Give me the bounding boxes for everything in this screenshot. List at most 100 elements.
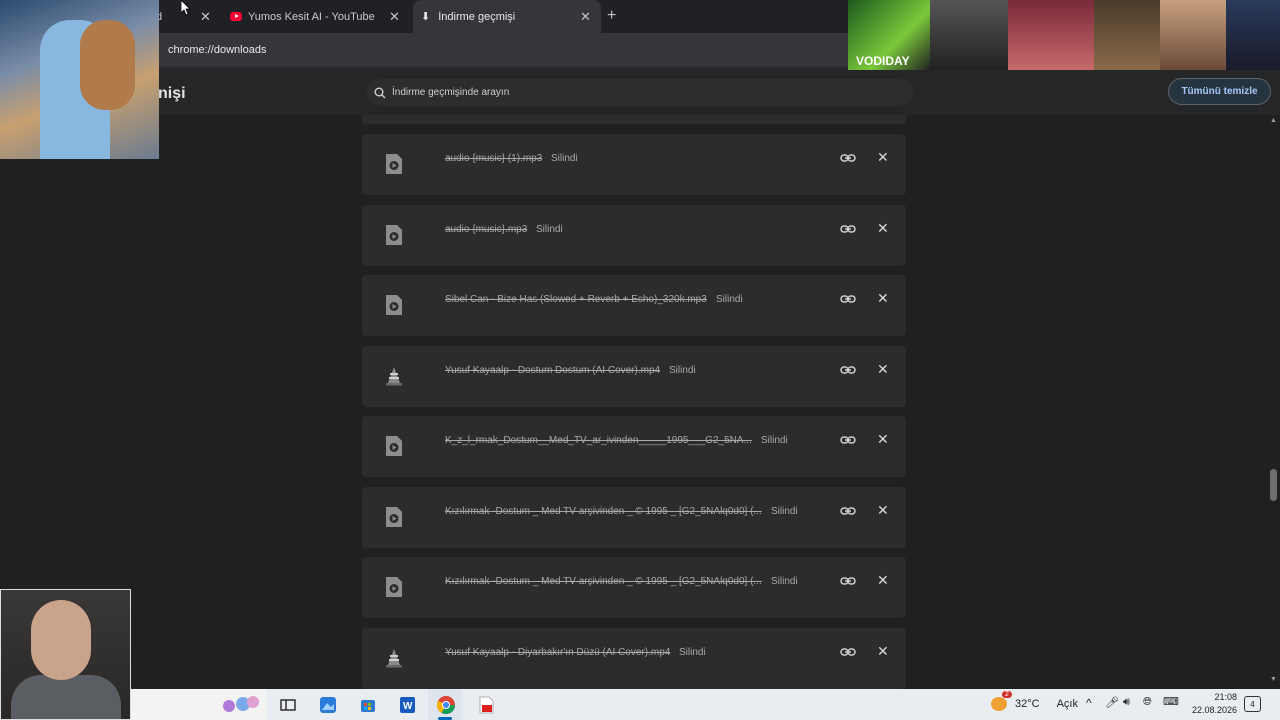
list-item-partial [362, 115, 906, 124]
copy-link-icon[interactable] [840, 363, 856, 377]
copy-link-icon[interactable] [840, 645, 856, 659]
streamer-thumb: VODIDAY [848, 0, 930, 70]
download-item: audio {music} (1).mp3 Silindi ✕ [362, 134, 906, 195]
downloads-header: nişi İndirme geçmişinde arayın Tümünü te… [0, 69, 1280, 115]
vlc-cone-icon[interactable] [385, 366, 403, 386]
page-title: nişi [158, 85, 186, 102]
clear-all-button[interactable]: Tümünü temizle [1168, 78, 1271, 105]
close-icon[interactable]: ✕ [200, 9, 211, 25]
download-filename[interactable]: audio {music}.mp3 [445, 224, 527, 235]
audio-file-icon[interactable] [385, 577, 403, 597]
weather-widget[interactable]: 2 32°C Açık [991, 691, 1078, 711]
streamer-thumb [1226, 0, 1280, 70]
copy-link-icon[interactable] [840, 574, 856, 588]
remove-download-icon[interactable]: ✕ [877, 220, 889, 237]
copy-link-icon[interactable] [840, 504, 856, 518]
scrollbar-thumb[interactable] [1270, 469, 1277, 501]
tab-title: İndirme geçmişi [438, 10, 516, 23]
download-status: Silindi [669, 365, 696, 376]
streamer-label: VODIDAY [856, 54, 910, 68]
globe-icon[interactable]: 🌐︎ [1143, 696, 1152, 709]
remove-download-icon[interactable]: ✕ [877, 290, 889, 307]
mouse-cursor-icon [181, 0, 191, 16]
audio-file-icon[interactable] [385, 154, 403, 174]
flowers-icon [223, 696, 259, 712]
close-icon[interactable]: ✕ [580, 9, 591, 25]
remove-download-icon[interactable]: ✕ [877, 149, 889, 166]
download-filename[interactable]: K_z_l_rmak_Dostum__Med_TV_ar_ivinden____… [445, 435, 752, 446]
close-icon[interactable]: ✕ [389, 9, 400, 25]
system-clock[interactable]: 21:08 22.08.2026 [1187, 691, 1237, 717]
weather-icon [991, 697, 1007, 711]
download-status: Silindi [716, 294, 743, 305]
task-view-icon[interactable] [278, 695, 298, 715]
taskbar-search[interactable] [131, 689, 267, 720]
remove-download-icon[interactable]: ✕ [877, 431, 889, 448]
chevron-up-icon[interactable]: ^ [1086, 696, 1092, 710]
audio-file-icon[interactable] [385, 507, 403, 527]
webcam-overlay-top [0, 0, 159, 159]
download-item: Yusuf Kayaalp - Dostum Dostum (AI Cover)… [362, 346, 906, 407]
screen: d ✕ Yumos Kesit AI - YouTube ✕ ⬇ İndirme… [0, 0, 1280, 720]
copy-link-icon[interactable] [840, 222, 856, 236]
audio-file-icon[interactable] [385, 295, 403, 315]
youtube-icon [230, 12, 242, 21]
download-filename[interactable]: Kızılırmak -Dostum _ Med TV arşivinden _… [445, 506, 762, 517]
copy-link-icon[interactable] [840, 433, 856, 447]
download-item: Yusuf Kayaalp - Diyarbakır'ın Düzü (AI C… [362, 628, 906, 689]
pdf-reader-icon[interactable] [476, 695, 496, 715]
remove-download-icon[interactable]: ✕ [877, 502, 889, 519]
audio-file-icon[interactable] [385, 436, 403, 456]
store-icon[interactable] [358, 695, 378, 715]
search-icon [374, 87, 386, 98]
chrome-icon[interactable] [436, 695, 456, 715]
streamer-thumb [930, 0, 1008, 70]
search-placeholder: İndirme geçmişinde arayın [392, 87, 510, 98]
scroll-down-icon[interactable]: ▼ [1270, 676, 1277, 683]
download-icon: ⬇ [421, 11, 431, 23]
keyboard-icon[interactable]: ⌨ [1163, 695, 1179, 708]
download-status: Silindi [771, 576, 798, 587]
volume-icon[interactable]: 🔊︎ [1123, 696, 1130, 709]
new-tab-icon[interactable]: + [607, 7, 616, 25]
tab-downloads[interactable]: ⬇ İndirme geçmişi ✕ [413, 0, 601, 33]
overlay-shirt [11, 675, 121, 719]
download-filename[interactable]: Yusuf Kayaalp - Dostum Dostum (AI Cover)… [445, 365, 660, 376]
download-status: Silindi [771, 506, 798, 517]
remove-download-icon[interactable]: ✕ [877, 361, 889, 378]
scrollbar[interactable]: ▲ ▼ [1268, 115, 1280, 689]
vlc-cone-icon[interactable] [385, 648, 403, 668]
tab-youtube[interactable]: Yumos Kesit AI - YouTube ✕ [224, 0, 410, 33]
streamer-thumb [1008, 0, 1094, 70]
download-filename[interactable]: audio {music} (1).mp3 [445, 153, 542, 164]
address-bar[interactable]: chrome://downloads [158, 37, 848, 63]
download-filename[interactable]: Kızılırmak -Dostum _ Med TV arşivinden _… [445, 576, 762, 587]
search-input[interactable]: İndirme geçmişinde arayın [366, 79, 914, 106]
download-status: Silindi [536, 224, 563, 235]
download-list: audio {music} (1).mp3 Silindi ✕ audio {musi… [362, 115, 906, 689]
microphone-icon[interactable]: 🎤︎ [1105, 696, 1119, 709]
copy-link-icon[interactable] [840, 292, 856, 306]
download-item: Kızılırmak -Dostum _ Med TV arşivinden _… [362, 557, 906, 618]
download-filename[interactable]: Yusuf Kayaalp - Diyarbakır'ın Düzü (AI C… [445, 647, 670, 658]
download-item: audio {music}.mp3 Silindi ✕ [362, 205, 906, 266]
download-item: K_z_l_rmak_Dostum__Med_TV_ar_ivinden____… [362, 416, 906, 477]
remove-download-icon[interactable]: ✕ [877, 643, 889, 660]
url-text: chrome://downloads [168, 44, 267, 56]
word-icon[interactable]: W [397, 695, 417, 715]
streamer-thumb [1160, 0, 1226, 70]
scroll-up-icon[interactable]: ▲ [1270, 117, 1277, 124]
taskbar: W 2 32°C Açık ^ 🎤︎ 🔊︎ 🌐︎ ⌨ 21:08 22.08.2… [131, 689, 1280, 720]
notification-icon[interactable]: 4 [1244, 696, 1261, 712]
copy-link-icon[interactable] [840, 151, 856, 165]
streamer-thumb [1094, 0, 1160, 70]
download-filename[interactable]: Sibel Can - Bize Has (Slowed + Reverb + … [445, 294, 707, 305]
remove-download-icon[interactable]: ✕ [877, 572, 889, 589]
clock-date: 22.08.2026 [1191, 705, 1237, 715]
clock-time: 21:08 [1214, 692, 1237, 702]
streamer-banner: VODIDAY [848, 0, 1280, 70]
photos-icon[interactable] [318, 695, 338, 715]
download-status: Silindi [761, 435, 788, 446]
audio-file-icon[interactable] [385, 225, 403, 245]
overlay-bear [80, 20, 135, 110]
